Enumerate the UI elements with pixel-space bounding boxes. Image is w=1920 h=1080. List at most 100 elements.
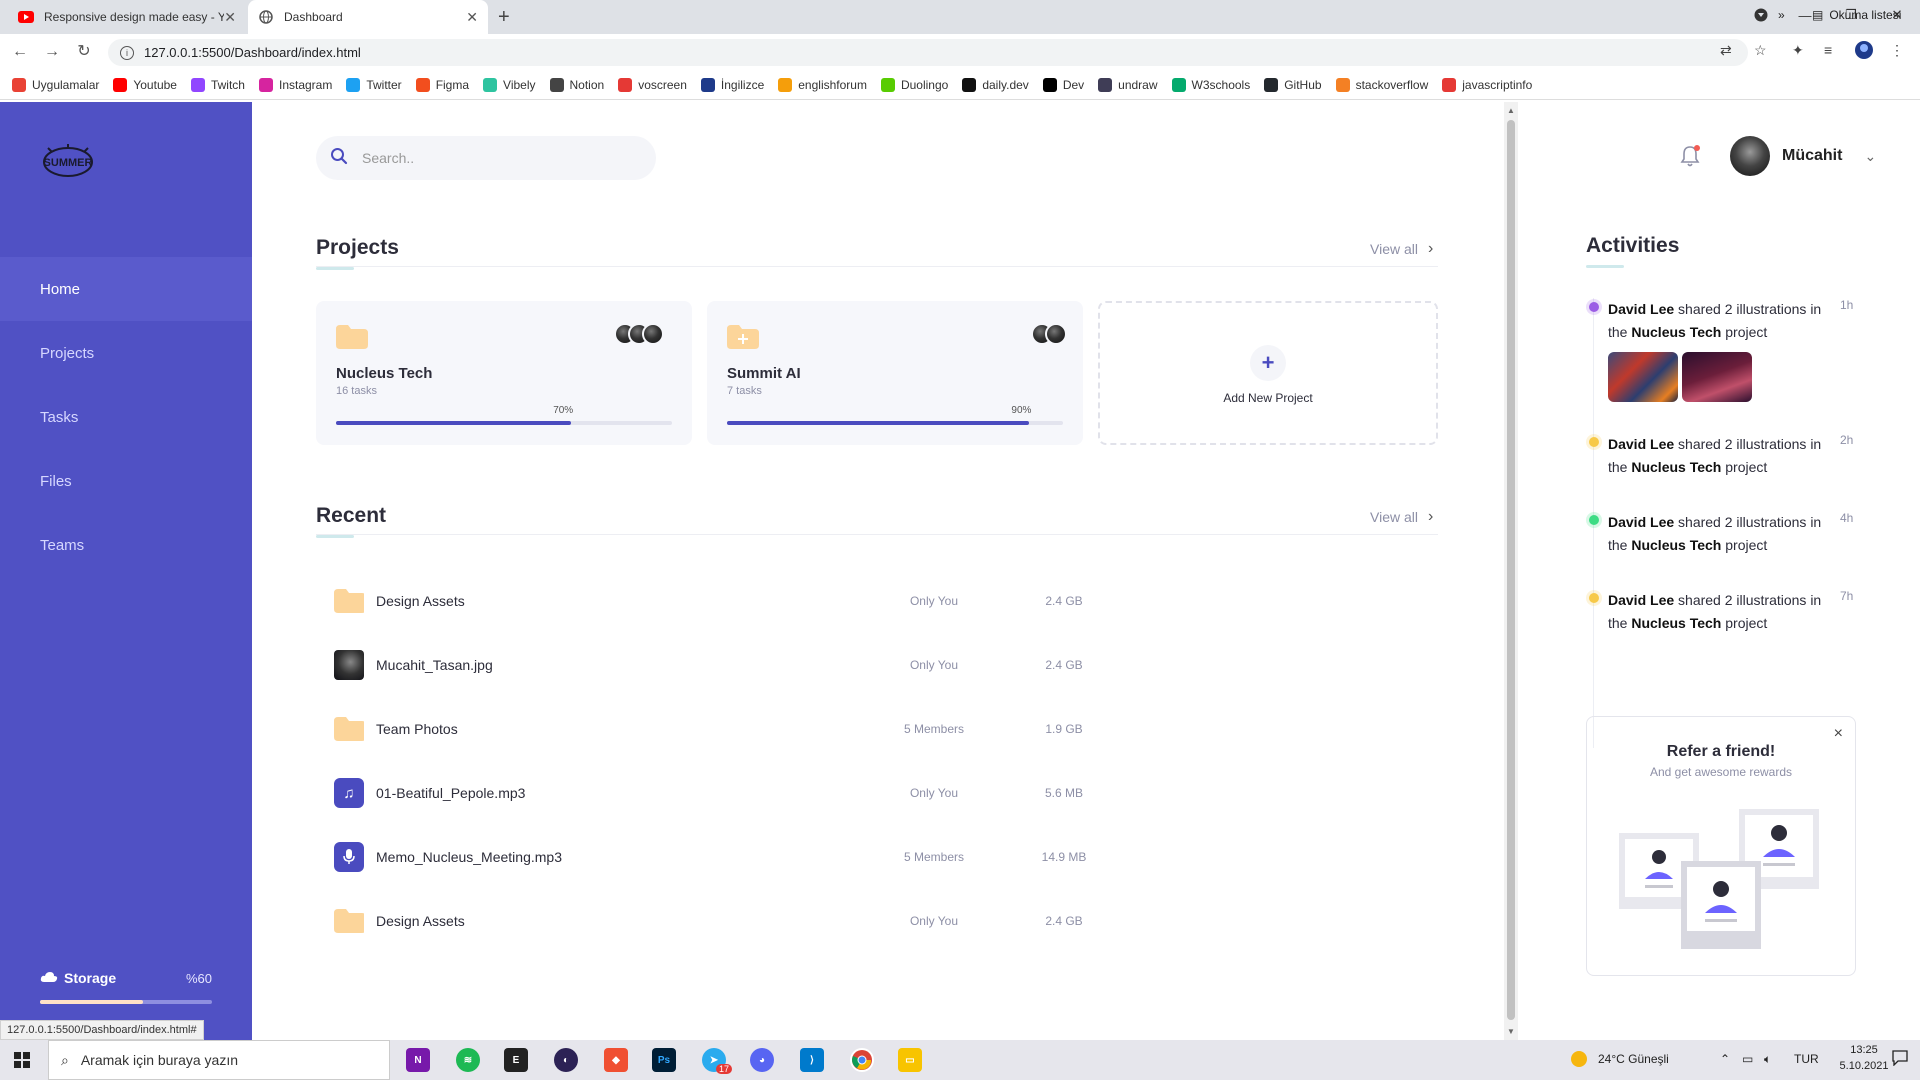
tab-title: Responsive design made easy - Y	[44, 10, 225, 24]
file-explorer-icon[interactable]: ▭	[898, 1048, 922, 1072]
profile-avatar-icon[interactable]	[1854, 40, 1874, 63]
user-profile-menu[interactable]: Mücahit ⌄	[1730, 136, 1876, 176]
bookmark-item[interactable]: Dev	[1042, 77, 1084, 92]
recent-file-row[interactable]: Memo_Nucleus_Meeting.mp3 5 Members 14.9 …	[334, 841, 1334, 873]
git-icon[interactable]: ◆	[604, 1048, 628, 1072]
project-card-nucleus-tech[interactable]: Nucleus Tech 16 tasks 70%	[316, 301, 692, 445]
activity-user[interactable]: David Lee	[1608, 436, 1674, 452]
bookmark-item[interactable]: W3schools	[1171, 77, 1250, 92]
back-button[interactable]: ←	[10, 42, 30, 62]
scroll-down-arrow-icon[interactable]: ▼	[1507, 1027, 1515, 1036]
notification-center-icon[interactable]	[1892, 1050, 1908, 1069]
sidebar-item-tasks[interactable]: Tasks	[0, 385, 252, 449]
url-field[interactable]: i 127.0.0.1:5500/Dashboard/index.html	[108, 39, 1748, 66]
recent-file-row[interactable]: Team Photos 5 Members 1.9 GB	[334, 713, 1334, 745]
notification-bell-icon[interactable]	[1678, 144, 1702, 173]
spotify-icon[interactable]: ≋	[456, 1048, 480, 1072]
bookmark-item[interactable]: Duolingo	[880, 77, 948, 92]
language-indicator[interactable]: TUR	[1794, 1052, 1819, 1066]
info-icon[interactable]: i	[120, 45, 134, 60]
reading-list-button[interactable]: ▤ Okuma listesi	[1812, 8, 1901, 22]
scrollbar-thumb[interactable]	[1507, 120, 1515, 1020]
new-tab-button[interactable]: +	[498, 6, 510, 29]
bookmark-item[interactable]: Twitch	[190, 77, 245, 92]
recent-file-row[interactable]: Design Assets Only You 2.4 GB	[334, 905, 1334, 937]
forward-button[interactable]: →	[42, 42, 62, 62]
sidebar-item-teams[interactable]: Teams	[0, 513, 252, 577]
illustration-thumbnail[interactable]	[1608, 352, 1678, 402]
menu-icon[interactable]: ⋮	[1890, 42, 1904, 59]
windows-start-icon[interactable]	[14, 1052, 30, 1073]
clock-date[interactable]: 5.10.2021	[1836, 1060, 1892, 1072]
recent-view-all-link[interactable]: View all ›	[1370, 508, 1433, 526]
scroll-up-arrow-icon[interactable]: ▲	[1507, 106, 1515, 115]
sidebar-item-files[interactable]: Files	[0, 449, 252, 513]
activity-project[interactable]: Nucleus Tech	[1631, 537, 1721, 553]
onenote-icon[interactable]: N	[406, 1048, 430, 1072]
close-icon[interactable]: ×	[1834, 725, 1843, 743]
activity-project[interactable]: Nucleus Tech	[1631, 615, 1721, 631]
chevron-up-icon[interactable]: ⌃	[1720, 1052, 1730, 1066]
sidebar-item-home[interactable]: Home	[0, 257, 252, 321]
media-icon[interactable]: ≡	[1824, 42, 1832, 58]
bookmark-item[interactable]: Twitter	[346, 77, 402, 92]
recent-divider	[316, 534, 1438, 535]
bookmark-item[interactable]: daily.dev	[962, 77, 1029, 92]
bookmark-item[interactable]: javascriptinfo	[1442, 77, 1532, 92]
taskbar-search[interactable]: ⌕ Aramak için buraya yazın	[48, 1040, 390, 1080]
activity-project[interactable]: Nucleus Tech	[1631, 324, 1721, 340]
summer-logo[interactable]: SUMMER	[40, 142, 96, 182]
vscode-icon[interactable]: ⟩	[800, 1048, 824, 1072]
epic-games-icon[interactable]: E	[504, 1048, 528, 1072]
bookmark-item[interactable]: Vibely	[483, 77, 536, 92]
clock-time[interactable]: 13:25	[1836, 1044, 1892, 1056]
weather-text[interactable]: 24°C Güneşli	[1598, 1052, 1669, 1066]
browser-tab-dashboard[interactable]: Dashboard ✕	[248, 0, 488, 34]
browser-tab-youtube[interactable]: Responsive design made easy - Y ✕	[8, 0, 246, 34]
bookmark-item[interactable]: stackoverflow	[1335, 77, 1428, 92]
bookmark-favicon-icon	[1264, 77, 1279, 92]
search-box[interactable]	[316, 136, 656, 180]
close-icon[interactable]: ✕	[224, 9, 236, 26]
bookmark-favicon-icon	[700, 77, 715, 92]
bookmark-item[interactable]: İngilizce	[700, 77, 764, 92]
bookmark-item[interactable]: voscreen	[618, 77, 687, 92]
search-input[interactable]	[362, 150, 622, 166]
bookmark-item[interactable]: Uygulamalar	[12, 77, 99, 92]
activity-user[interactable]: David Lee	[1608, 592, 1674, 608]
translate-icon[interactable]: ⇄	[1720, 42, 1732, 59]
view-all-label: View all	[1370, 509, 1418, 525]
activity-project[interactable]: Nucleus Tech	[1631, 459, 1721, 475]
eclipse-icon[interactable]: ◐	[554, 1048, 578, 1072]
recent-file-row[interactable]: Design Assets Only You 2.4 GB	[334, 585, 1334, 617]
bookmark-item[interactable]: Notion	[549, 77, 604, 92]
bookmark-star-icon[interactable]: ☆	[1754, 42, 1767, 59]
close-icon[interactable]: ✕	[466, 9, 478, 26]
project-card-summit-ai[interactable]: Summit AI 7 tasks 90%	[707, 301, 1083, 445]
reload-button[interactable]: ↻	[74, 42, 94, 62]
bookmark-item[interactable]: Figma	[415, 77, 469, 92]
chrome-icon[interactable]	[850, 1048, 874, 1072]
sidebar-item-projects[interactable]: Projects	[0, 321, 252, 385]
file-size: 2.4 GB	[1045, 658, 1083, 672]
volume-icon[interactable]: 🔈︎	[1764, 1052, 1771, 1067]
discord-icon[interactable]: ◕	[750, 1048, 774, 1072]
recent-file-row[interactable]: Mucahit_Tasan.jpg Only You 2.4 GB	[334, 649, 1334, 681]
bookmark-item[interactable]: undraw	[1098, 77, 1158, 92]
extensions-icon[interactable]: ✦	[1792, 42, 1804, 59]
bookmark-label: voscreen	[638, 77, 687, 92]
bookmark-item[interactable]: Instagram	[258, 77, 332, 92]
illustration-thumbnail[interactable]	[1682, 352, 1752, 402]
recent-file-row[interactable]: ♫ 01-Beatiful_Pepole.mp3 Only You 5.6 MB	[334, 777, 1334, 809]
bookmark-item[interactable]: Youtube	[113, 77, 177, 92]
add-new-project-card[interactable]: + Add New Project	[1098, 301, 1438, 445]
photoshop-icon[interactable]: Ps	[652, 1048, 676, 1072]
network-icon[interactable]: ▭	[1742, 1052, 1753, 1066]
activity-user[interactable]: David Lee	[1608, 301, 1674, 317]
projects-view-all-link[interactable]: View all ›	[1370, 240, 1433, 258]
bookmarks-more-button[interactable]: »	[1778, 8, 1785, 22]
bookmark-item[interactable]: GitHub	[1264, 77, 1322, 92]
bookmark-item[interactable]: englishforum	[778, 77, 867, 92]
main-scrollbar[interactable]: ▲ ▼	[1504, 102, 1518, 1040]
activity-user[interactable]: David Lee	[1608, 514, 1674, 530]
